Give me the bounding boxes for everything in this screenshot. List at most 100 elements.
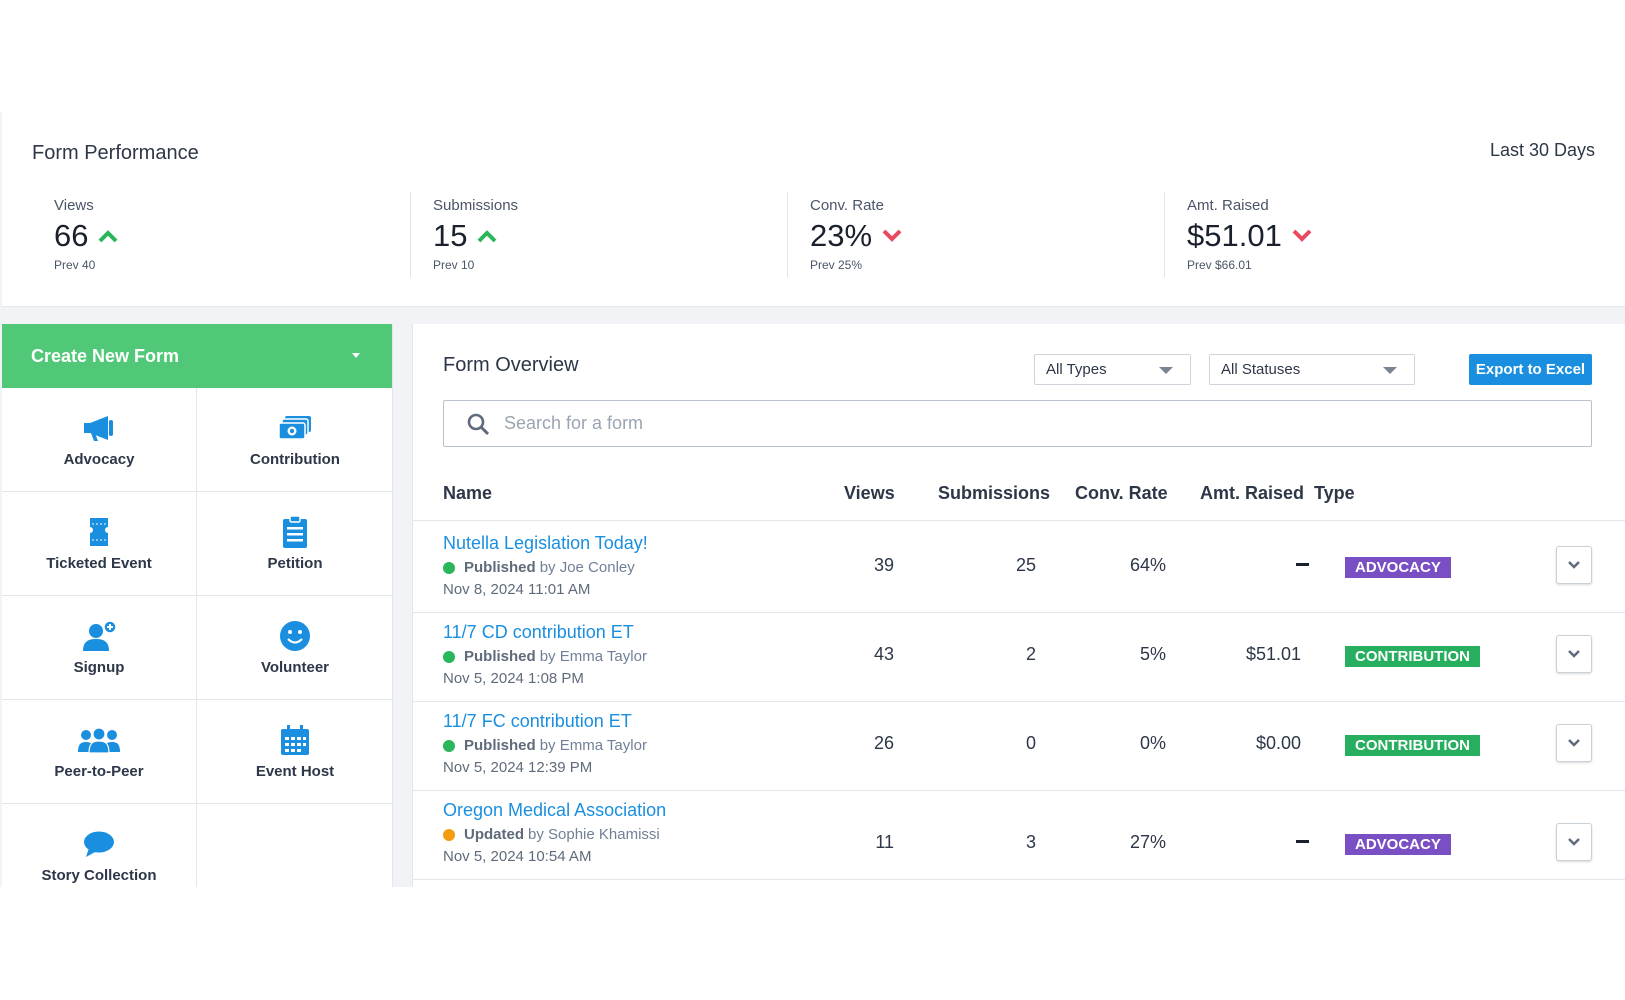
metric-previous: Prev 25%	[810, 258, 863, 272]
column-header-name[interactable]: Name	[443, 483, 492, 504]
metric-value: 23%	[810, 218, 873, 253]
type-filter-select[interactable]: All Types	[1034, 354, 1191, 385]
status-label: Published	[464, 648, 536, 665]
form-status: Published by Emma Taylor	[443, 648, 647, 665]
status-dot-icon	[443, 828, 455, 841]
views-cell: 43	[873, 644, 894, 664]
form-date: Nov 8, 2024 11:01 AM	[443, 581, 591, 598]
chevron-down-icon	[1568, 838, 1580, 846]
app: Form Performance Last 30 Days Views 66 P…	[0, 112, 1625, 887]
chevron-down-icon	[1568, 650, 1580, 658]
status-dot-icon	[443, 739, 455, 752]
form-name-link[interactable]: Oregon Medical Association	[443, 800, 666, 821]
status-filter-select[interactable]: All Statuses	[1209, 354, 1415, 385]
form-name-link[interactable]: 11/7 CD contribution ET	[443, 622, 634, 643]
column-header-conv-rate[interactable]: Conv. Rate	[1075, 483, 1168, 504]
tile-label: Ticketed Event	[46, 555, 152, 572]
status-author: by Emma Taylor	[539, 648, 647, 665]
create-new-form-button[interactable]: Create New Form	[2, 324, 392, 388]
search-icon	[467, 413, 490, 435]
metric-label: Views	[54, 197, 94, 214]
form-type-ticketed-event[interactable]: Ticketed Event	[2, 492, 197, 596]
row-actions-button[interactable]	[1556, 546, 1592, 584]
metric-previous: Prev 40	[54, 258, 96, 272]
row-actions-button[interactable]	[1556, 635, 1592, 673]
form-type-advocacy[interactable]: Advocacy	[2, 388, 197, 492]
create-new-form-label: Create New Form	[31, 345, 180, 366]
caret-down-icon	[352, 353, 360, 358]
metric-conv-rate: Conv. Rate 23% Prev 25%	[787, 192, 1165, 277]
megaphone-icon	[84, 416, 113, 441]
column-header-submissions[interactable]: Submissions	[938, 483, 1050, 504]
metric-value: 15	[433, 218, 468, 253]
tile-label: Story Collection	[41, 867, 157, 884]
form-name-link[interactable]: 11/7 FC contribution ET	[443, 711, 632, 732]
column-header-amt-raised[interactable]: Amt. Raised	[1200, 483, 1304, 504]
clipboard-icon	[283, 515, 307, 548]
date-range-selector[interactable]: Last 30 Days	[1490, 140, 1595, 161]
metric-label: Submissions	[433, 197, 519, 214]
type-badge: CONTRIBUTION	[1345, 646, 1480, 667]
status-dot-icon	[443, 650, 455, 663]
create-form-sidebar: Create New Form Advocacy Contribution Ti…	[2, 324, 393, 887]
trend-down-icon	[1292, 229, 1312, 242]
ticket-icon	[90, 518, 108, 546]
form-type-grid: Advocacy Contribution Ticketed Event Pet…	[2, 388, 393, 887]
form-status: Published by Joe Conley	[443, 559, 635, 576]
trend-up-icon	[478, 230, 497, 243]
conv-rate-cell: 5%	[1139, 644, 1166, 664]
tile-label: Petition	[267, 555, 323, 572]
metric-previous: Prev 10	[433, 258, 475, 272]
conv-rate-cell: 64%	[1129, 555, 1166, 575]
chevron-down-icon	[1568, 739, 1580, 747]
status-author: by Joe Conley	[539, 559, 635, 576]
empty-value-dash	[1296, 563, 1309, 566]
form-performance-panel: Form Performance Last 30 Days Views 66 P…	[2, 112, 1625, 307]
status-author: by Emma Taylor	[539, 737, 647, 754]
column-header-views[interactable]: Views	[844, 483, 895, 504]
conv-rate-cell: 27%	[1129, 832, 1166, 852]
form-date: Nov 5, 2024 12:39 PM	[443, 759, 593, 776]
status-label: Published	[464, 737, 536, 754]
form-status: Updated by Sophie Khamissi	[443, 826, 660, 843]
calendar-icon	[281, 725, 309, 755]
tile-label: Event Host	[255, 763, 335, 780]
column-header-type[interactable]: Type	[1314, 483, 1355, 504]
submissions-cell: 3	[1025, 832, 1036, 852]
row-actions-button[interactable]	[1556, 724, 1592, 762]
form-type-petition[interactable]: Petition	[197, 492, 393, 596]
table-header: Name Views Submissions Conv. Rate Amt. R…	[413, 469, 1625, 521]
form-type-event-host[interactable]: Event Host	[197, 700, 393, 804]
trend-down-icon	[882, 229, 902, 242]
table-row: Oregon Medical Association Updated by Sop…	[413, 788, 1625, 880]
tile-label: Signup	[73, 659, 125, 676]
form-type-signup[interactable]: Signup	[2, 596, 197, 700]
trend-up-icon	[99, 230, 118, 243]
submissions-cell: 2	[1025, 644, 1036, 664]
search-box	[443, 400, 1592, 447]
user-add-icon	[83, 620, 117, 651]
form-type-peer-to-peer[interactable]: Peer-to-Peer	[2, 700, 197, 804]
smiley-icon	[280, 621, 310, 651]
amt-raised-cell: $0.00	[1255, 733, 1301, 753]
type-badge: CONTRIBUTION	[1345, 735, 1480, 756]
table-row: 11/7 CD contribution ET Published by Emma…	[413, 610, 1625, 702]
search-input[interactable]	[504, 413, 1504, 434]
metric-label: Amt. Raised	[1187, 197, 1269, 214]
form-type-contribution[interactable]: Contribution	[197, 388, 393, 492]
group-icon	[78, 727, 120, 754]
money-icon	[278, 416, 311, 440]
form-name-link[interactable]: Nutella Legislation Today!	[443, 533, 648, 554]
type-badge: ADVOCACY	[1345, 557, 1451, 578]
status-label: Updated	[464, 826, 524, 843]
form-type-volunteer[interactable]: Volunteer	[197, 596, 393, 700]
metric-submissions: Submissions 15 Prev 10	[410, 192, 788, 277]
form-type-story-collection[interactable]: Story Collection	[2, 804, 197, 887]
row-actions-button[interactable]	[1556, 823, 1592, 861]
status-label: Published	[464, 559, 536, 576]
amt-raised-cell: $51.01	[1245, 644, 1301, 664]
status-filter-value: All Statuses	[1221, 361, 1301, 378]
export-to-excel-button[interactable]: Export to Excel	[1469, 354, 1592, 385]
metric-previous: Prev $66.01	[1187, 258, 1252, 272]
dropdown-arrow-icon	[1383, 367, 1397, 374]
